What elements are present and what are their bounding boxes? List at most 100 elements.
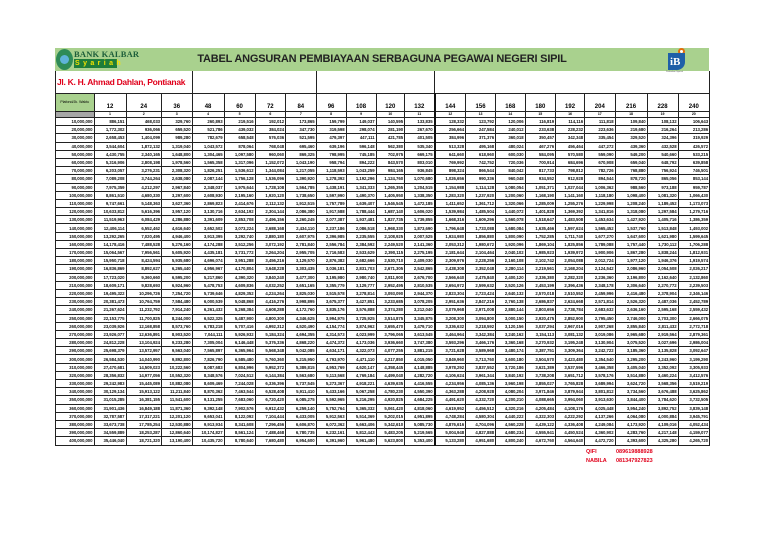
installment-cell: 2,309,976 <box>433 256 467 266</box>
installment-cell: 480,024 <box>495 141 526 151</box>
installment-cell: 6,261,432 <box>191 305 225 315</box>
installment-cell: 324,396 <box>646 133 679 143</box>
installment-cell: 1,152,072 <box>254 157 287 168</box>
tenor-header: 144 <box>433 93 467 112</box>
installment-cell: 7,296,456 <box>254 419 287 430</box>
installment-cell: 4,360,902 <box>584 428 616 438</box>
installment-cell: 9,392,148 <box>191 403 225 413</box>
installment-cell: 2,986,004 <box>677 338 711 348</box>
installment-cell: 3,466,176 <box>465 338 497 348</box>
installment-cell: 3,233,685 <box>375 297 406 307</box>
installment-cell: 3,199,290 <box>677 354 711 364</box>
installment-cell: 3,655,470 <box>375 321 406 331</box>
installment-cell: 2,738,784 <box>555 305 586 315</box>
installment-cell: 1,124,760 <box>375 174 406 184</box>
installment-cell: 3,130,716 <box>191 207 225 217</box>
installment-cell: 3,295,200 <box>614 354 648 364</box>
installment-cell: 1,912,515 <box>285 198 317 209</box>
installment-cell: 18,721,320 <box>125 436 162 446</box>
installment-cell: 3,027,696 <box>646 338 679 348</box>
installment-cell: 1,597,990 <box>315 190 347 200</box>
installment-cell: 9,892,800 <box>161 354 193 364</box>
installment-cell: 4,023,999 <box>345 329 377 340</box>
installment-cell: 4,694,355 <box>285 329 317 340</box>
installment-cell: 5,268,384 <box>223 305 256 315</box>
installment-cell: 3,713,760 <box>465 354 497 364</box>
plafond-cell: 290,000,000 <box>55 346 95 356</box>
installment-cell: 782,679 <box>191 133 225 143</box>
installment-cell: 14,178,416 <box>93 239 127 250</box>
installment-cell: 3,892,752 <box>646 403 679 413</box>
installment-cell: 958,794 <box>315 157 347 168</box>
table-row: 360,000,000 31,901,436 16,849,188 11,871,36… <box>55 403 711 413</box>
installment-cell: 3,515,578 <box>315 288 347 299</box>
address-row: Jl. K. H. Ahmad Dahlan, Pontianak <box>55 71 711 94</box>
installment-cell: 2,416,480 <box>614 288 648 299</box>
installment-cell: 4,951,680 <box>465 436 497 446</box>
installment-cell: 33,673,738 <box>93 419 127 430</box>
installment-cell: 4,283,760 <box>614 428 648 438</box>
installment-cell: 2,235,555 <box>345 231 377 241</box>
installment-cell: 1,255,276 <box>555 198 586 209</box>
installment-cell: 562,380 <box>375 141 406 151</box>
installment-cell: 456,464 <box>555 141 586 151</box>
plafond-cell: 60,000,000 <box>55 157 95 168</box>
installment-cell: 4,000,884 <box>646 411 679 421</box>
installment-cell: 2,640,132 <box>495 288 526 299</box>
installment-cell: 648,792 <box>646 157 679 168</box>
installment-cell: 1,900,906 <box>584 247 616 258</box>
table-row: 250,000,000 22,153,775 11,700,825 8,244,000… <box>55 313 711 323</box>
installment-cell: 1,757,440 <box>614 239 648 250</box>
installment-cell: 2,026,217 <box>677 264 711 274</box>
installment-cell: 4,249,084 <box>584 419 616 430</box>
installment-cell: 6,085,275 <box>285 395 317 405</box>
table-row: 330,000,000 29,242,983 15,445,089 10,882,08… <box>55 378 711 389</box>
installment-cell: 240,012 <box>495 125 526 135</box>
installment-cell: 3,725,925 <box>345 313 377 323</box>
installment-cell: 3,464,964 <box>433 329 467 340</box>
installment-cell: 1,043,190 <box>285 157 317 168</box>
installment-cell: 2,971,008 <box>465 305 497 315</box>
installment-cell: 1,118,593 <box>315 166 347 176</box>
installment-cell: 4,032,252 <box>254 280 287 290</box>
installment-cell: 6,924,960 <box>161 280 193 290</box>
installment-cell: 13,572,957 <box>125 346 162 356</box>
installment-cell: 1,173,073 <box>677 198 711 209</box>
installment-cell: 21,267,624 <box>93 305 127 315</box>
installment-cell: 1,978,560 <box>161 157 193 168</box>
plafond-cell: 100,000,000 <box>55 190 95 200</box>
installment-cell: 2,703,300 <box>646 313 679 323</box>
installment-cell: 7,565,897 <box>191 346 225 356</box>
installment-cell: 6,783,218 <box>191 321 225 331</box>
installment-cell: 1,635,466 <box>524 223 557 233</box>
installment-cell: 4,148,885 <box>404 362 436 372</box>
installment-cell: 4,080,204 <box>495 387 526 397</box>
blank-cell <box>434 71 711 94</box>
installment-cell: 3,019,086 <box>584 329 616 340</box>
installment-cell: 4,956,967 <box>191 264 225 274</box>
installment-cell: 1,733,088 <box>465 223 497 233</box>
installment-cell: 3,092,647 <box>677 346 711 356</box>
installment-cell: 3,336,632 <box>433 321 467 331</box>
installment-cell: 3,423,480 <box>555 354 586 364</box>
installment-cell: 5,739,646 <box>191 288 225 299</box>
installment-cell: 2,570,018 <box>524 288 557 299</box>
installment-cell: 123,792 <box>465 116 497 127</box>
installment-cell: 32,787,587 <box>93 411 127 421</box>
installment-cell: 3,648,228 <box>254 264 287 274</box>
installment-cell: 10,552,320 <box>161 370 193 381</box>
plafond-cell: 390,000,000 <box>55 428 95 438</box>
installment-cell: 2,306,640 <box>614 280 648 290</box>
installment-cell: 2,236,360 <box>584 272 616 282</box>
installment-cell: 1,985,923 <box>524 247 557 258</box>
installment-cell: 934,552 <box>524 174 557 184</box>
installment-cell: 4,616,640 <box>161 223 193 233</box>
installment-cell: 2,823,304 <box>433 288 467 299</box>
installment-cell: 3,747,380 <box>404 338 436 348</box>
installment-cell: 5,148,363 <box>125 198 162 209</box>
installment-cell: 2,104,464 <box>465 247 497 258</box>
installment-cell: 1,739,855 <box>404 215 436 225</box>
installment-cell: 4,320,216 <box>495 403 526 413</box>
installment-cell: 3,913,395 <box>191 231 225 241</box>
table-row: 40,000,000 3,544,604 1,872,132 1,319,040 1,0… <box>55 141 711 151</box>
